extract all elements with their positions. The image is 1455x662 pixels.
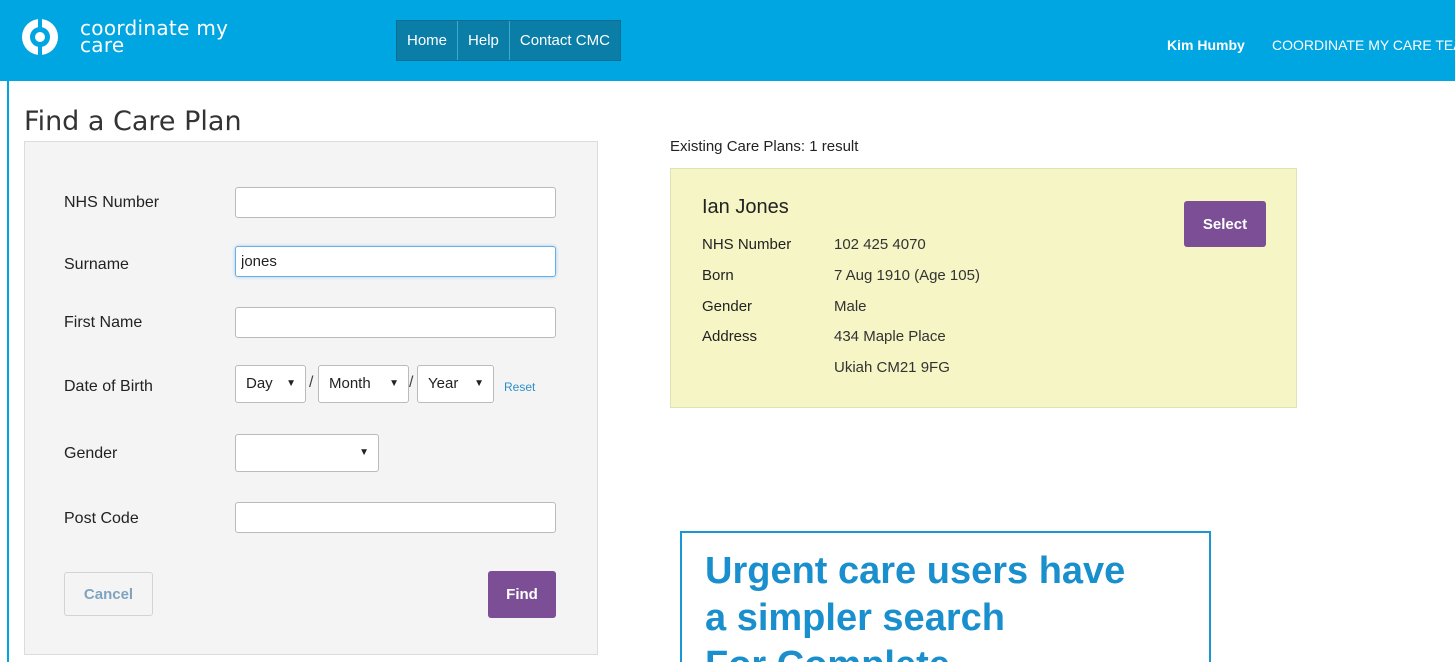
callout-line1: Urgent care users have bbox=[705, 550, 1126, 592]
first-name-input[interactable] bbox=[235, 307, 556, 338]
first-name-label: First Name bbox=[64, 314, 143, 331]
nhs-number-input[interactable] bbox=[235, 187, 556, 218]
team-name[interactable]: COORDINATE MY CARE TEA bbox=[1272, 37, 1455, 53]
callout-line3: For Complete bbox=[705, 642, 1205, 662]
nav-home[interactable]: Home bbox=[397, 21, 459, 60]
patient-name: Ian Jones bbox=[702, 196, 789, 218]
post-code-label: Post Code bbox=[64, 510, 139, 527]
main-nav: Home Help Contact CMC bbox=[396, 20, 621, 61]
dob-year-select[interactable]: Year ▼ bbox=[417, 365, 494, 403]
caret-down-icon: ▼ bbox=[389, 378, 399, 389]
dob-year-value: Year bbox=[428, 375, 459, 392]
find-button[interactable]: Find bbox=[488, 571, 556, 618]
dob-month-value: Month bbox=[329, 375, 371, 392]
caret-down-icon: ▼ bbox=[286, 378, 296, 389]
user-name[interactable]: Kim Humby bbox=[1167, 37, 1245, 53]
surname-input[interactable] bbox=[235, 246, 556, 277]
select-button[interactable]: Select bbox=[1184, 201, 1266, 247]
cancel-button[interactable]: Cancel bbox=[64, 572, 153, 616]
nhs-number-detail-value: 102 425 4070 bbox=[834, 236, 926, 253]
dob-separator: / bbox=[309, 374, 314, 391]
gender-detail-label: Gender bbox=[702, 298, 753, 315]
born-detail-value: 7 Aug 1910 (Age 105) bbox=[834, 267, 980, 284]
address-detail-label: Address bbox=[702, 328, 758, 345]
cmc-logo-icon[interactable] bbox=[20, 17, 60, 57]
caret-down-icon: ▼ bbox=[359, 447, 369, 458]
surname-label: Surname bbox=[64, 256, 129, 273]
page-title: Find a Care Plan bbox=[24, 106, 242, 137]
gender-select[interactable]: ▼ bbox=[235, 434, 379, 472]
nhs-number-detail-label: NHS Number bbox=[702, 236, 792, 253]
dob-day-select[interactable]: Day ▼ bbox=[235, 365, 306, 403]
results-heading: Existing Care Plans: 1 result bbox=[670, 138, 859, 155]
address-line1: 434 Maple Place bbox=[834, 328, 946, 345]
nav-help[interactable]: Help bbox=[458, 21, 510, 60]
callout-line2: a simpler search bbox=[705, 597, 1005, 639]
left-border bbox=[7, 81, 9, 662]
nav-contact-cmc[interactable]: Contact CMC bbox=[510, 21, 620, 60]
born-detail-label: Born bbox=[702, 267, 734, 284]
annotation-callout: Urgent care users have a simpler search … bbox=[680, 531, 1211, 662]
dob-separator: / bbox=[409, 374, 414, 391]
dob-day-value: Day bbox=[246, 375, 273, 392]
gender-label: Gender bbox=[64, 445, 118, 462]
gender-detail-value: Male bbox=[834, 298, 867, 315]
caret-down-icon: ▼ bbox=[474, 378, 484, 389]
dob-month-select[interactable]: Month ▼ bbox=[318, 365, 409, 403]
logo-text[interactable]: coordinate my care bbox=[80, 18, 228, 55]
callout-text: Urgent care users have a simpler search … bbox=[705, 548, 1205, 662]
address-line2: Ukiah CM21 9FG bbox=[834, 359, 950, 376]
nhs-number-label: NHS Number bbox=[64, 194, 160, 211]
dob-reset-link[interactable]: Reset bbox=[504, 380, 535, 394]
top-navbar: coordinate my care Home Help Contact CMC… bbox=[0, 0, 1455, 81]
post-code-input[interactable] bbox=[235, 502, 556, 533]
date-of-birth-label: Date of Birth bbox=[64, 378, 153, 395]
